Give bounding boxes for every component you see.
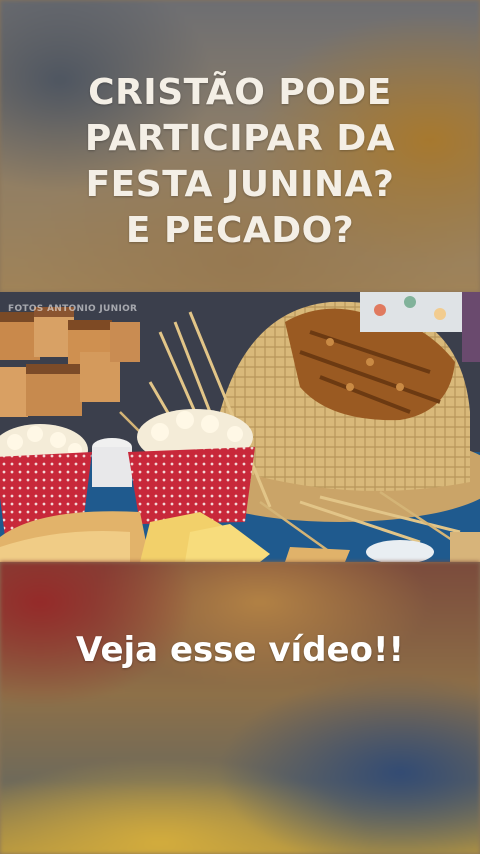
video-title: CRISTÃO PODE PARTICIPAR DA FESTA JUNINA?…	[84, 72, 396, 251]
watch-video-caption: Veja esse vídeo!!	[76, 630, 404, 670]
popcorn-box-center	[128, 409, 255, 524]
blurred-background-bottom	[0, 562, 480, 854]
photo-watermark: FOTOS ANTONIO JUNIOR	[8, 304, 138, 314]
festa-junina-photo	[0, 292, 480, 562]
